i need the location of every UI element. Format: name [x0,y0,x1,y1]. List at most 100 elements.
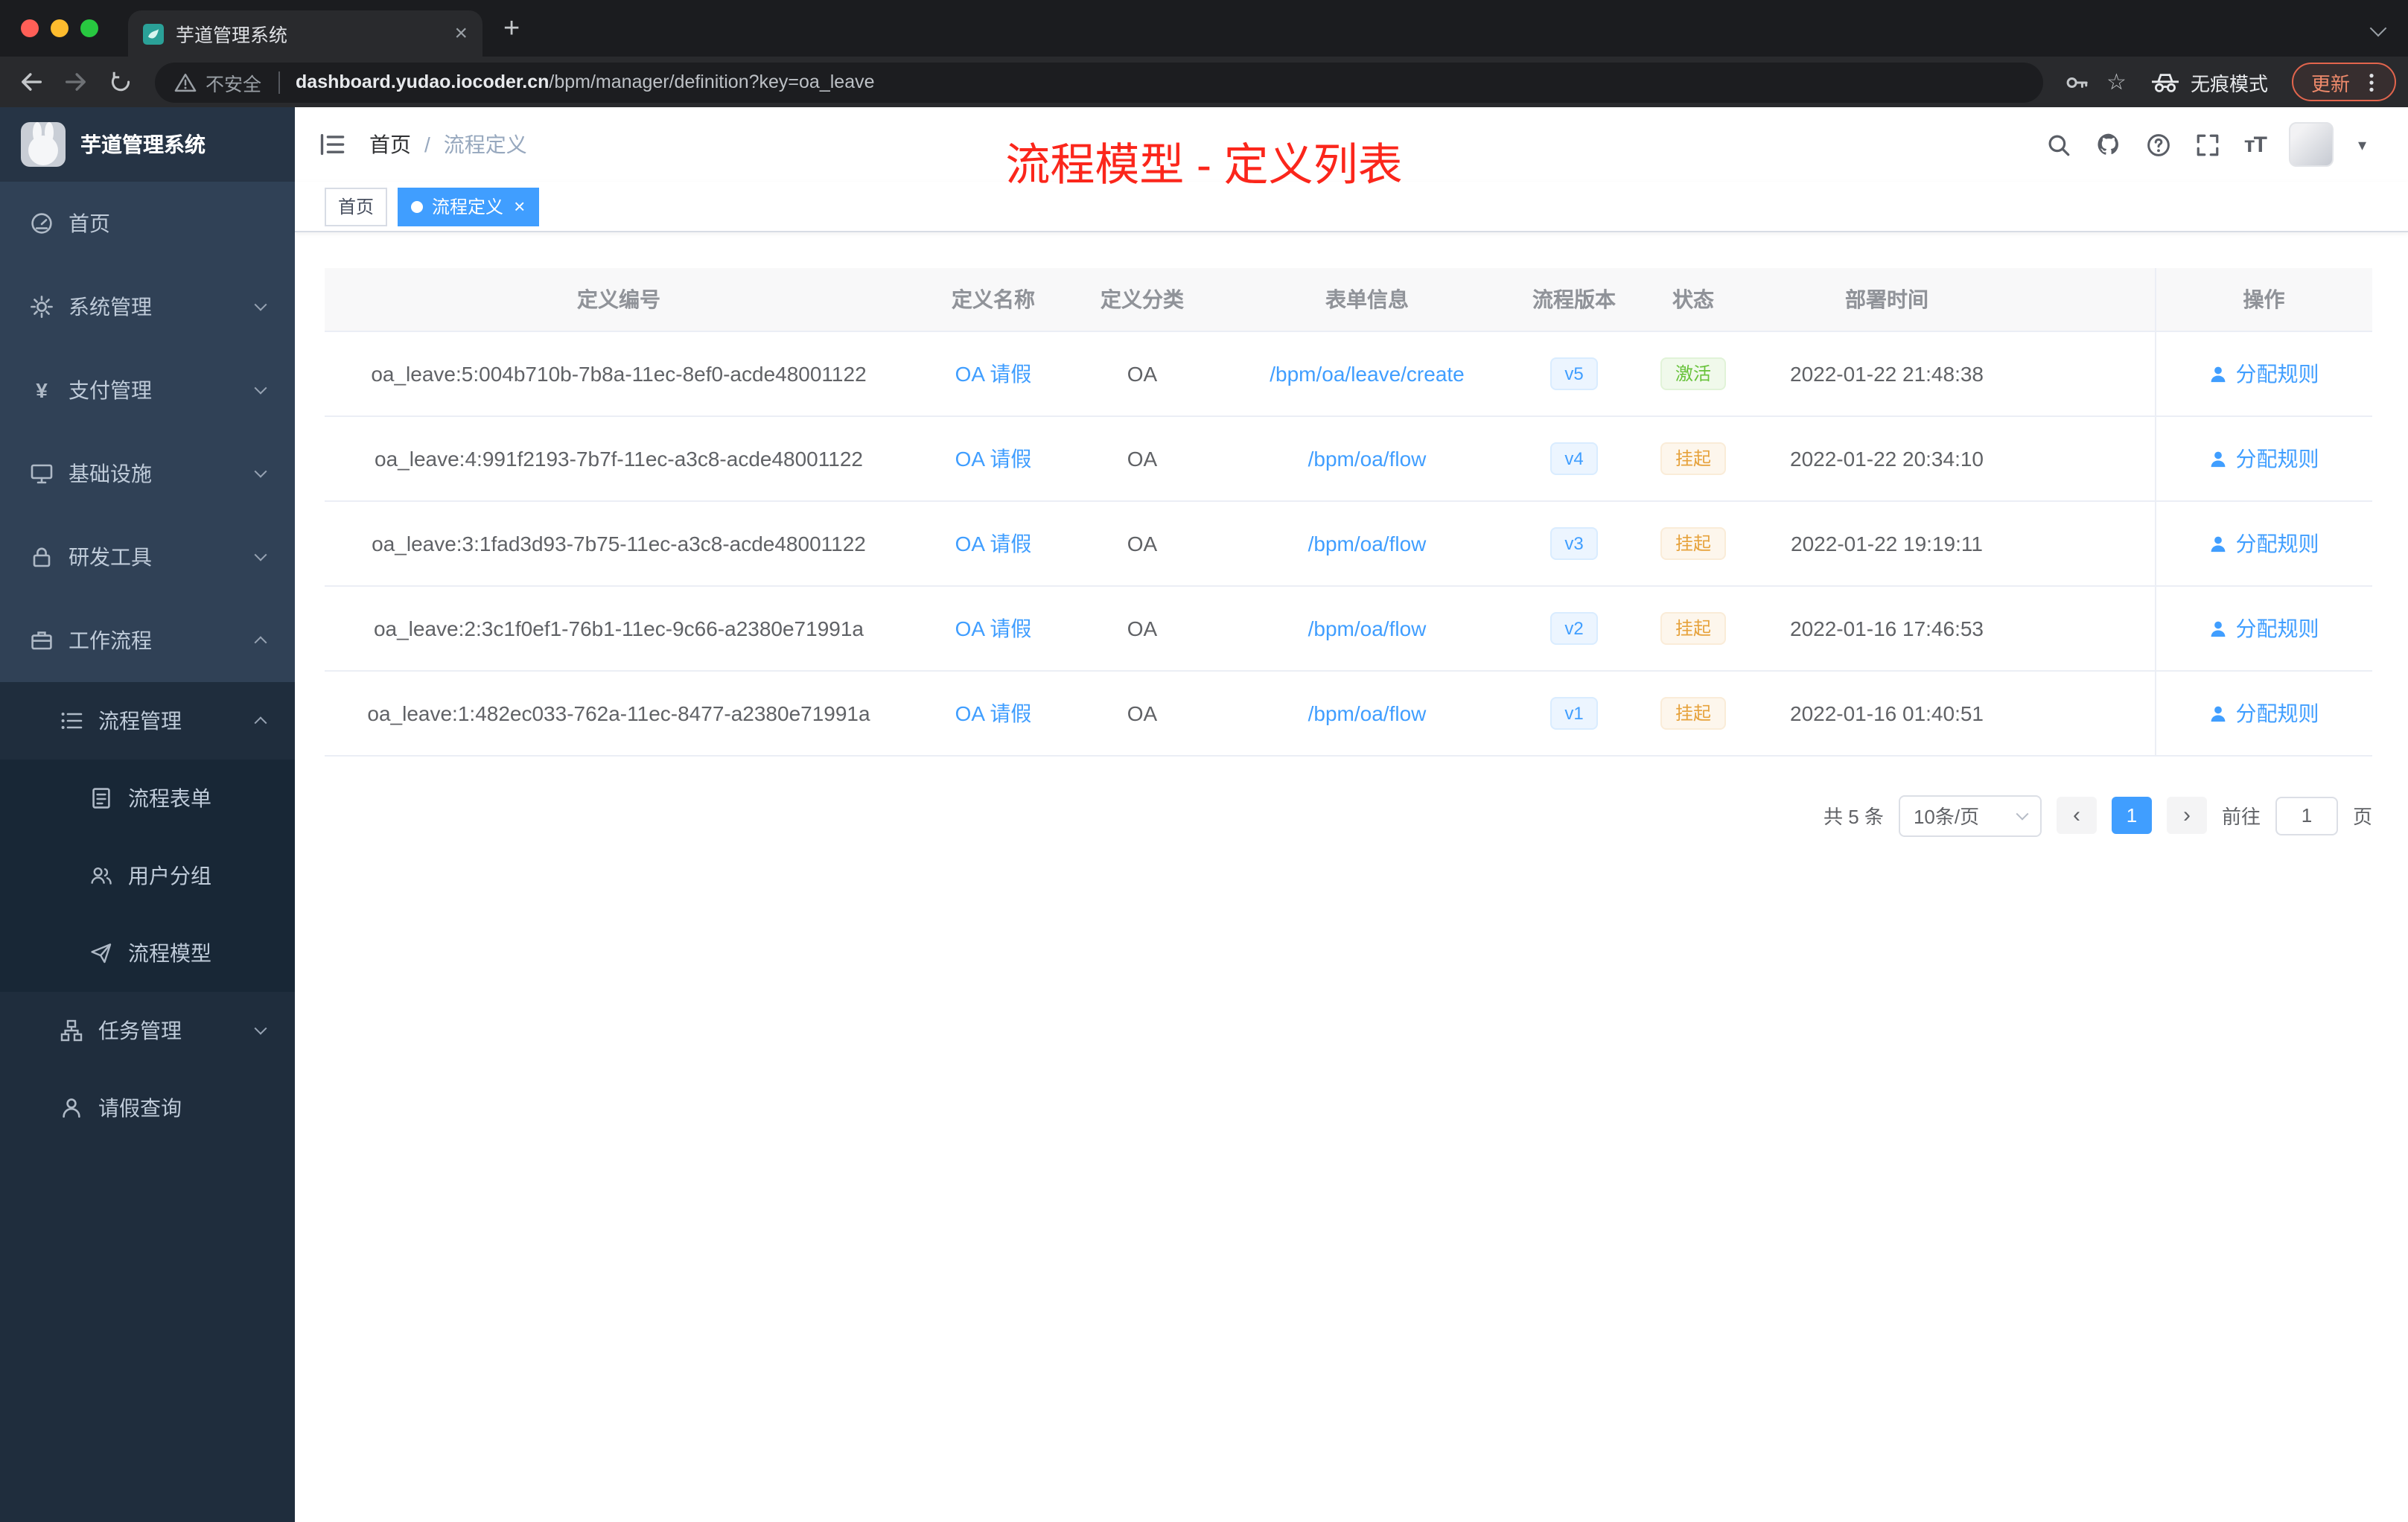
breadcrumb-separator: / [424,133,430,156]
search-icon[interactable] [2046,132,2071,157]
sidebar-item-infrastructure[interactable]: 基础设施 [0,432,295,515]
form-link[interactable]: /bpm/oa/flow [1308,616,1427,640]
sidebar-item-process-model[interactable]: 流程模型 [0,914,295,992]
sidebar-item-label: 流程模型 [128,941,211,965]
column-header-id: 定义编号 [325,268,913,331]
help-icon[interactable] [2146,132,2171,157]
minimize-window-icon[interactable] [51,19,69,37]
site-favicon-icon [143,23,164,44]
sidebar-item-payment[interactable]: ¥ 支付管理 [0,348,295,432]
assign-rule-label: 分配规则 [2235,361,2319,385]
github-icon[interactable] [2095,131,2122,158]
browser-update-button[interactable]: 更新 [2291,63,2396,101]
page-size-value: 10条/页 [1913,806,1980,828]
sidebar-item-user-group[interactable]: 用户分组 [0,837,295,914]
page-size-select[interactable]: 10条/页 [1898,795,2042,836]
avatar-caret-down-icon[interactable]: ▾ [2358,135,2366,154]
new-tab-button[interactable]: + [503,14,520,42]
assign-rule-link[interactable]: 分配规则 [2209,701,2319,725]
form-link[interactable]: /bpm/oa/flow [1308,531,1427,555]
assign-rule-link[interactable]: 分配规则 [2209,446,2319,470]
status-badge: 挂起 [1660,526,1726,559]
tab-close-icon[interactable]: × [454,22,468,45]
page-number-button[interactable]: 1 [2111,797,2152,834]
deploy-time: 2022-01-16 01:40:51 [1762,670,2012,756]
table-header-row: 定义编号 定义名称 定义分类 表单信息 流程版本 状态 部署时间 操作 [325,268,2372,331]
form-link[interactable]: /bpm/oa/flow [1308,446,1427,470]
chevron-down-icon [254,381,267,395]
active-tag-dot-icon [411,200,424,212]
assign-rule-link[interactable]: 分配规则 [2209,531,2319,555]
next-page-button[interactable]: › [2166,797,2207,834]
assign-rule-link[interactable]: 分配规则 [2209,361,2319,385]
goto-page-input[interactable] [2275,796,2338,835]
browser-tab[interactable]: 芋道管理系统 × [128,10,482,57]
toolbar-actions: ☆ 无痕模式 更新 [2063,63,2396,101]
sidebar-item-workflow[interactable]: 工作流程 [0,599,295,682]
sidebar-item-system[interactable]: 系统管理 [0,265,295,348]
definition-category: OA [1074,415,1211,501]
close-window-icon[interactable] [21,19,39,37]
definition-id: oa_leave:3:1fad3d93-7b75-11ec-a3c8-acde4… [325,500,913,586]
definition-name-link[interactable]: OA 请假 [955,701,1032,725]
definition-name-link[interactable]: OA 请假 [955,361,1032,385]
definition-name-link[interactable]: OA 请假 [955,531,1032,555]
definition-category: OA [1074,331,1211,416]
status-badge: 挂起 [1660,442,1726,474]
person-icon [2211,705,2226,722]
sitemap-icon [60,1019,83,1042]
user-avatar[interactable] [2289,122,2334,167]
tag-process-definition[interactable]: 流程定义 × [398,187,539,226]
person-icon [2211,535,2226,552]
chevron-up-icon [254,716,267,730]
form-link[interactable]: /bpm/oa/flow [1308,701,1427,725]
sidebar-item-process-management[interactable]: 流程管理 [0,682,295,760]
page-content: 定义编号 定义名称 定义分类 表单信息 流程版本 状态 部署时间 操作 oa_l… [295,232,2408,836]
sidebar-item-devtools[interactable]: 研发工具 [0,515,295,599]
prev-page-button[interactable]: ‹ [2056,797,2097,834]
definition-category: OA [1074,585,1211,671]
definition-name-link[interactable]: OA 请假 [955,616,1032,640]
form-link[interactable]: /bpm/oa/leave/create [1270,361,1465,385]
definition-id: oa_leave:4:991f2193-7b7f-11ec-a3c8-acde4… [325,415,913,501]
breadcrumb-current: 流程定义 [443,133,527,156]
tab-title: 芋道管理系统 [176,25,288,46]
sidebar-item-home[interactable]: 首页 [0,182,295,265]
assign-rule-link[interactable]: 分配规则 [2209,616,2319,640]
table-row: oa_leave:3:1fad3d93-7b75-11ec-a3c8-acde4… [325,500,2372,586]
address-bar[interactable]: 不安全 dashboard.yudao.iocoder.cn/bpm/manag… [155,62,2043,102]
incognito-badge: 无痕模式 [2150,68,2268,96]
reload-icon[interactable] [101,63,140,101]
app-title: 芋道管理系统 [80,133,206,156]
chevron-down-icon [254,1022,267,1035]
yen-icon: ¥ [36,378,48,402]
tag-close-icon[interactable]: × [514,197,525,216]
sidebar-item-label: 流程管理 [98,709,182,733]
sidebar-item-task-management[interactable]: 任务管理 [0,992,295,1069]
back-icon[interactable] [12,63,51,101]
column-header-deploy-time: 部署时间 [1762,268,2012,331]
font-size-icon[interactable]: тT [2244,132,2267,157]
filler-cell [2012,500,2155,586]
goto-unit-label: 页 [2352,806,2372,828]
tab-search-icon[interactable] [2369,19,2387,37]
status-badge: 挂起 [1660,611,1726,644]
sidebar-item-leave-query[interactable]: 请假查询 [0,1069,295,1147]
sidebar-logo[interactable]: 芋道管理系统 [0,107,295,182]
filler-cell [2012,585,2155,671]
column-header-actions: 操作 [2154,268,2372,331]
hamburger-icon[interactable] [319,131,345,158]
annotation-title: 流程模型 - 定义列表 [1005,141,1403,191]
browser-menu-kebab-icon[interactable] [2360,71,2383,93]
password-key-icon[interactable] [2063,69,2089,95]
chevron-down-icon [254,548,267,561]
forward-icon[interactable] [57,63,95,101]
sidebar-item-process-form[interactable]: 流程表单 [0,760,295,837]
fullscreen-icon[interactable] [2195,132,2220,157]
pagination: 共 5 条 10条/页 ‹ 1 › 前往 页 [325,795,2372,836]
maximize-window-icon[interactable] [80,19,98,37]
breadcrumb-home[interactable]: 首页 [369,130,411,159]
definition-name-link[interactable]: OA 请假 [955,446,1032,470]
tag-home[interactable]: 首页 [325,187,388,226]
bookmark-star-icon[interactable]: ☆ [2106,71,2127,93]
